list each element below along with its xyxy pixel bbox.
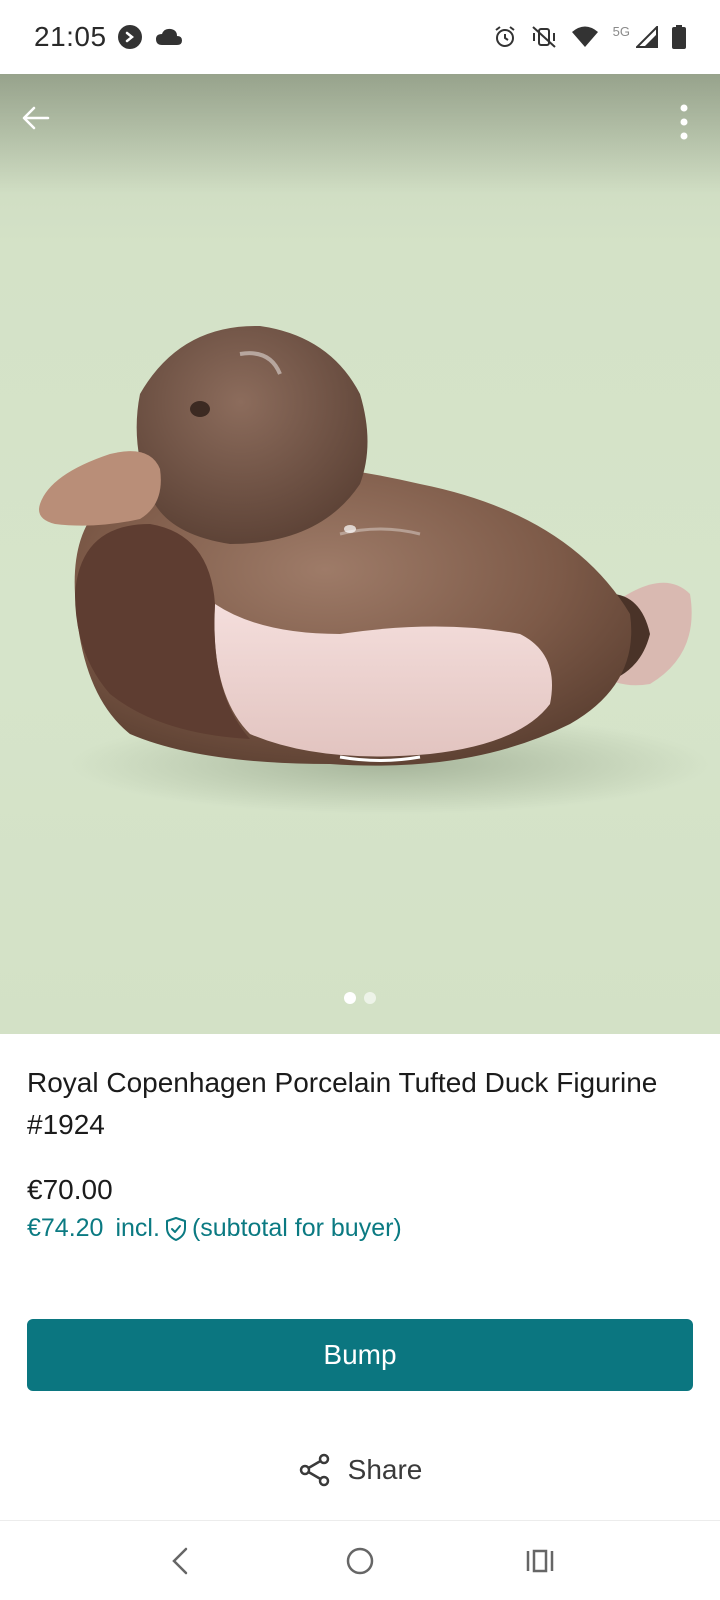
more-vertical-icon	[680, 104, 688, 140]
subtotal-note: (subtotal for buyer)	[191, 1214, 402, 1242]
share-icon	[299, 1453, 329, 1487]
vibrate-off-icon	[531, 25, 557, 49]
recents-icon	[526, 1549, 554, 1572]
signal-icon	[636, 26, 658, 48]
shield-check-icon	[164, 1216, 188, 1242]
listing-photo[interactable]	[0, 74, 720, 1034]
nav-back-button[interactable]	[150, 1531, 210, 1591]
home-circle-icon	[346, 1547, 374, 1574]
gallery-page-indicator	[0, 992, 720, 1004]
incl-label[interactable]: incl.	[115, 1214, 159, 1243]
share-label: Share	[347, 1454, 423, 1485]
arrow-left-icon	[22, 106, 50, 130]
gallery-dot-active[interactable]	[344, 992, 356, 1004]
status-bar: 21:05 5G	[0, 0, 720, 74]
listing-details: Royal Copenhagen Porcelain Tufted Duck F…	[0, 1034, 720, 1243]
cloud-icon	[155, 27, 183, 47]
more-options-button[interactable]	[662, 96, 706, 148]
bump-button[interactable]: Bump	[27, 1319, 693, 1391]
battery-icon	[672, 25, 686, 49]
wifi-icon	[571, 25, 599, 49]
back-button[interactable]	[14, 96, 58, 140]
network-type-label: 5G	[612, 23, 630, 39]
share-button[interactable]: Share	[0, 1440, 720, 1500]
system-nav-bar	[0, 1520, 720, 1600]
listing-title: Royal Copenhagen Porcelain Tufted Duck F…	[27, 1067, 658, 1140]
nav-recents-button[interactable]	[510, 1531, 570, 1591]
photo-top-shade	[0, 74, 720, 194]
nav-home-button[interactable]	[330, 1531, 390, 1591]
alarm-icon	[493, 25, 517, 49]
notification-icon	[117, 24, 143, 50]
duck-figurine-image	[39, 325, 710, 814]
listing-price: €70.00	[27, 1174, 113, 1205]
gallery-dot[interactable]	[364, 992, 376, 1004]
chevron-left-icon	[172, 1547, 188, 1574]
status-time: 21:05	[34, 21, 107, 52]
buyer-price: €74.20	[27, 1214, 104, 1242]
buyer-price-row[interactable]: €74.20 incl. (subtotal for buyer)	[27, 1214, 693, 1243]
